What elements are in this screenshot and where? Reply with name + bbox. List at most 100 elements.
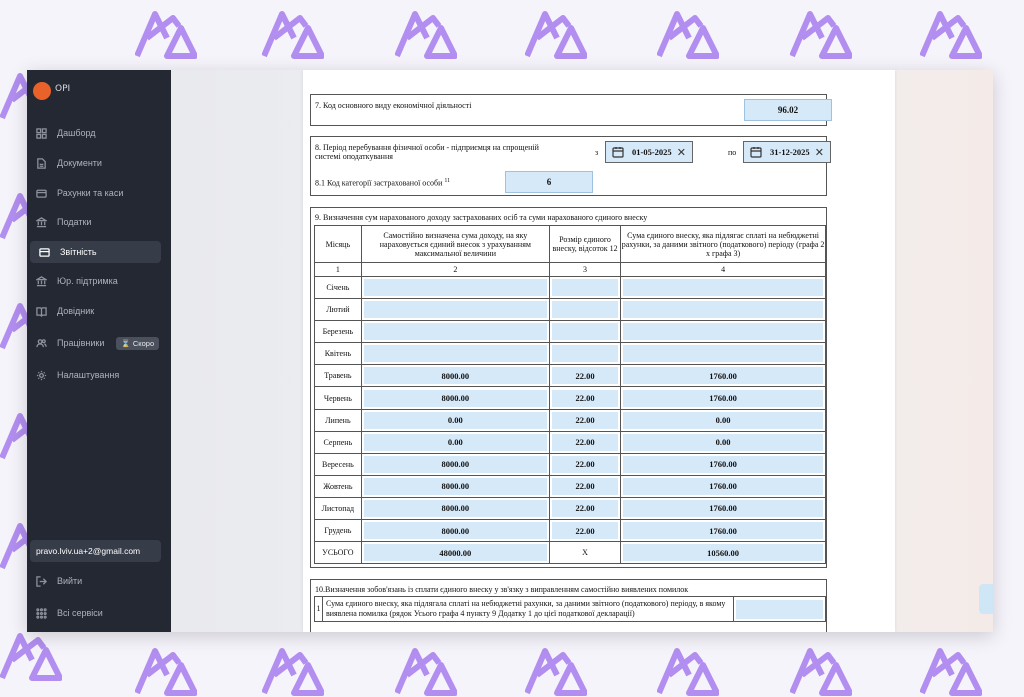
sum-field[interactable]: 1760.00 xyxy=(623,499,823,517)
watermark-logo xyxy=(394,645,458,697)
rate-field[interactable]: 22.00 xyxy=(551,367,619,385)
period-to-date-input[interactable]: 31-12-2025 ✕ xyxy=(743,141,831,163)
sum-field[interactable]: 1760.00 xyxy=(623,522,823,540)
watermark-logo xyxy=(394,8,458,60)
period-from-date-input[interactable]: 01-05-2025 ✕ xyxy=(605,141,693,163)
sum-field[interactable]: 0.00 xyxy=(623,433,823,451)
income-field[interactable]: 8000.00 xyxy=(363,522,547,540)
soon-badge-label: Скоро xyxy=(132,338,155,348)
income-cell: 8000.00 xyxy=(360,386,550,410)
rate-field[interactable] xyxy=(551,345,619,363)
sum-field[interactable] xyxy=(623,345,823,363)
rate-field[interactable] xyxy=(551,279,619,297)
clear-icon[interactable]: ✕ xyxy=(677,146,686,159)
sidebar-item-accounts[interactable]: Рахунки та каси xyxy=(27,182,161,204)
table-row: Серпень 0.00 22.00 0.00 xyxy=(314,430,826,454)
rate-field[interactable]: 22.00 xyxy=(551,411,619,429)
table-row: Вересень 8000.00 22.00 1760.00 xyxy=(314,452,826,476)
logout-button[interactable]: Вийти xyxy=(27,570,161,592)
sum-cell: 1760.00 xyxy=(620,452,826,476)
clear-icon[interactable]: ✕ xyxy=(815,146,824,159)
grid-icon xyxy=(35,127,47,139)
rate-field[interactable]: 22.00 xyxy=(551,433,619,451)
income-field[interactable] xyxy=(363,323,547,341)
sum-field[interactable] xyxy=(623,301,823,319)
sidebar-item-label: Довідник xyxy=(57,306,95,316)
report-icon xyxy=(38,246,50,258)
income-field[interactable]: 8000.00 xyxy=(363,367,547,385)
watermark-logo xyxy=(656,645,720,697)
watermark-logo xyxy=(919,645,983,697)
side-feedback-tab[interactable] xyxy=(979,584,993,614)
rate-cell: 22.00 xyxy=(548,364,622,388)
sum-field[interactable]: 0.00 xyxy=(623,411,823,429)
account-email[interactable]: pravo.lviv.ua+2@gmail.com xyxy=(30,540,161,562)
period-from-value: 01-05-2025 xyxy=(632,147,672,157)
income-field[interactable]: 0.00 xyxy=(363,411,547,429)
income-field[interactable]: 8000.00 xyxy=(363,477,547,495)
insured-category-field[interactable]: 6 xyxy=(505,171,593,193)
sum-field[interactable]: 1760.00 xyxy=(623,389,823,407)
sum-field[interactable]: 1760.00 xyxy=(623,455,823,473)
correction-table: 1 Сума єдиного внеску, яка підлягала спл… xyxy=(314,596,826,622)
month-label: Березень xyxy=(314,320,362,344)
income-field[interactable]: 8000.00 xyxy=(363,389,547,407)
sidebar-item-workers[interactable]: Працівники ⌛ Скоро xyxy=(27,332,161,354)
calendar-icon xyxy=(612,147,624,158)
income-field[interactable] xyxy=(363,301,547,319)
month-label: Вересень xyxy=(314,452,362,476)
rate-cell: 22.00 xyxy=(548,452,622,476)
sum-field[interactable] xyxy=(623,323,823,341)
sidebar-item-taxes[interactable]: Податки xyxy=(27,211,161,233)
sidebar-item-label: Юр. підтримка xyxy=(57,276,118,286)
table-row: Травень 8000.00 22.00 1760.00 xyxy=(314,364,826,388)
income-field[interactable] xyxy=(363,279,547,297)
correction-row-text: Сума єдиного внеску, яка підлягала сплат… xyxy=(321,596,735,622)
watermark-logo xyxy=(524,8,588,60)
rate-field[interactable]: 22.00 xyxy=(551,455,619,473)
rate-cell: X xyxy=(548,541,622,565)
income-field[interactable] xyxy=(363,345,547,363)
rate-field[interactable]: 22.00 xyxy=(551,389,619,407)
rate-cell: 22.00 xyxy=(548,386,622,410)
hourglass-icon: ⌛ xyxy=(121,338,131,348)
income-field[interactable]: 48000.00 xyxy=(363,544,547,562)
sidebar-item-legal-support[interactable]: Юр. підтримка xyxy=(27,270,161,292)
sum-cell xyxy=(620,342,826,366)
table-row: Грудень 8000.00 22.00 1760.00 xyxy=(314,519,826,543)
rate-field[interactable] xyxy=(551,301,619,319)
wallet-icon xyxy=(35,187,47,199)
section-9-title: 9. Визначення сум нарахованого доходу за… xyxy=(315,213,648,222)
sidebar-item-reports[interactable]: Звітність xyxy=(30,241,161,263)
rate-cell: 22.00 xyxy=(548,474,622,498)
header-income: Самостійно визначена сума доходу, на яку… xyxy=(360,225,550,263)
rate-field[interactable]: 22.00 xyxy=(551,477,619,495)
logo-icon xyxy=(33,82,51,100)
rate-field[interactable]: 22.00 xyxy=(551,499,619,517)
sum-cell: 10560.00 xyxy=(620,541,826,565)
sidebar-item-dashboard[interactable]: Дашборд xyxy=(27,122,161,144)
rate-field[interactable]: 22.00 xyxy=(551,522,619,540)
sum-field[interactable]: 1760.00 xyxy=(623,367,823,385)
sidebar-item-documents[interactable]: Документи xyxy=(27,152,161,174)
table-row: Січень xyxy=(314,275,826,300)
sidebar-item-directory[interactable]: Довідник xyxy=(27,300,161,322)
income-field[interactable]: 8000.00 xyxy=(363,499,547,517)
all-services-button[interactable]: Всі сервіси xyxy=(27,602,161,624)
income-field[interactable]: 8000.00 xyxy=(363,455,547,473)
sum-cell: 1760.00 xyxy=(620,364,826,388)
activity-code-field[interactable]: 96.02 xyxy=(744,99,832,121)
sum-field[interactable] xyxy=(623,279,823,297)
income-cell xyxy=(360,342,550,366)
logo-text: ОРІ xyxy=(55,84,71,94)
row-number: 1 xyxy=(314,596,323,622)
sidebar-item-settings[interactable]: Налаштування xyxy=(27,364,161,386)
sum-field[interactable]: 1760.00 xyxy=(623,477,823,495)
sum-field[interactable]: 10560.00 xyxy=(623,544,823,562)
correction-value-field[interactable] xyxy=(736,599,823,619)
month-label: Серпень xyxy=(314,430,362,454)
institution-icon xyxy=(35,275,47,287)
rate-field[interactable] xyxy=(551,323,619,341)
table-row: Липень 0.00 22.00 0.00 xyxy=(314,408,826,432)
income-field[interactable]: 0.00 xyxy=(363,433,547,451)
